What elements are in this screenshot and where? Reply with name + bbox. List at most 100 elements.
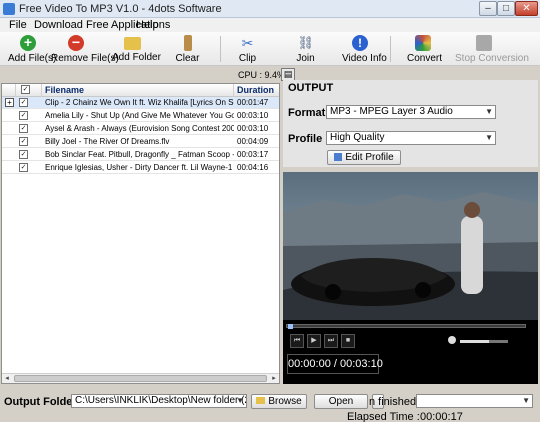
profile-label: Profile : (288, 133, 329, 145)
remove-files-button[interactable]: − Remove File(s) (51, 33, 119, 65)
clear-button[interactable]: Clear (175, 33, 200, 65)
scroll-right-icon[interactable]: ▸ (269, 374, 279, 383)
row-checkbox[interactable]: ✓ (19, 150, 28, 159)
browse-button[interactable]: Browse (251, 394, 307, 409)
row-filename: Amelia Lily - Shut Up (And Give Me Whate… (45, 111, 234, 120)
row-duration: 00:03:10 (237, 124, 269, 133)
stop-icon[interactable]: ■ (341, 334, 355, 348)
table-row[interactable]: ✓ Billy Joel - The River Of Dreams.flv 0… (2, 136, 279, 148)
player-controls (283, 320, 538, 384)
menu-help[interactable]: Help (136, 19, 159, 31)
row-filename: Billy Joel - The River Of Dreams.flv (45, 137, 170, 146)
format-select[interactable]: MP3 - MPEG Layer 3 Audio ▼ (326, 105, 496, 119)
convert-icon (415, 35, 431, 51)
when-finished-label: n finished : (369, 396, 423, 408)
header-filename[interactable]: Filename (42, 84, 234, 97)
app-icon (3, 3, 15, 15)
add-folder-label: Add Folder (112, 52, 161, 63)
scroll-thumb[interactable] (14, 375, 267, 382)
seek-bar[interactable] (286, 324, 526, 329)
scroll-left-icon[interactable]: ◂ (2, 374, 12, 383)
add-icon: + (20, 35, 36, 51)
convert-button[interactable]: Convert (407, 33, 443, 65)
stop-conversion-button[interactable]: Stop Conversion (455, 33, 529, 65)
chevron-down-icon: ▼ (485, 133, 493, 142)
row-checkbox[interactable]: ✓ (19, 163, 28, 172)
stop-conversion-label: Stop Conversion (455, 53, 529, 64)
table-row[interactable]: ✓ Bob Sinclar Feat. Pitbull, Dragonfly _… (2, 149, 279, 161)
menu-file[interactable]: File (9, 19, 27, 31)
row-checkbox[interactable]: ✓ (19, 137, 28, 146)
close-button[interactable]: ✕ (515, 1, 538, 16)
info-icon: ! (352, 35, 368, 51)
join-button[interactable]: ⛓ Join (293, 33, 318, 65)
elapsed-time-label: Elapsed Time : (347, 411, 420, 422)
folder-icon (256, 397, 266, 404)
when-finished-select[interactable]: ▼ (416, 394, 533, 408)
row-checkbox[interactable]: ✓ (19, 111, 28, 120)
row-duration: 00:04:09 (237, 137, 269, 146)
add-folder-button[interactable]: Add Folder (112, 33, 161, 65)
elapsed-time-value: 00:00:17 (420, 411, 463, 422)
video-preview (283, 172, 538, 320)
row-duration: 00:03:10 (237, 111, 269, 120)
profile-value: High Quality (330, 132, 385, 143)
table-row[interactable]: ✓ Aysel & Arash - Always (Eurovision Son… (2, 123, 279, 135)
chevron-down-icon: ▼ (236, 396, 244, 405)
next-icon[interactable]: ⏭ (324, 334, 338, 348)
row-filename: Enrique Iglesias, Usher - Dirty Dancer f… (45, 163, 234, 172)
menu-bar: File Download Free Applications Help (0, 18, 540, 32)
cpu-usage: CPU : 9.4% (238, 70, 286, 80)
output-title: OUTPUT (288, 82, 334, 94)
table-row[interactable]: ✓ Amelia Lily - Shut Up (And Give Me Wha… (2, 110, 279, 122)
add-files-button[interactable]: + Add File(s) (8, 33, 57, 65)
header-duration[interactable]: Duration (234, 84, 279, 97)
chevron-down-icon: ▼ (522, 396, 530, 405)
play-icon[interactable]: ▶ (307, 334, 321, 348)
window-title: Free Video To MP3 V1.0 - 4dots Software (19, 3, 222, 15)
clip-button[interactable]: ✂ Clip (235, 33, 260, 65)
monitor-icon: ▤ (283, 69, 293, 79)
table-row[interactable]: + ✓ Clip - 2 Chainz We Own It ft. Wiz Kh… (2, 97, 279, 109)
header-select-all[interactable]: ✓ (16, 84, 42, 97)
clip-icon: ✂ (241, 35, 254, 51)
stop-icon (476, 35, 492, 51)
checkbox-icon: ✓ (21, 85, 30, 94)
add-files-label: Add File(s) (8, 53, 57, 64)
folder-icon (123, 37, 141, 50)
file-grid[interactable]: ✓ Filename Duration + ✓ Clip - 2 Chainz … (1, 83, 280, 384)
header-expander (2, 84, 16, 97)
open-button[interactable]: Open (314, 394, 368, 409)
table-row[interactable]: ✓ Enrique Iglesias, Usher - Dirty Dancer… (2, 162, 279, 174)
row-duration: 00:03:17 (237, 150, 269, 159)
horizontal-scrollbar[interactable]: ◂ ▸ (2, 373, 279, 383)
maximize-button[interactable]: □ (497, 1, 515, 16)
remove-icon: − (68, 35, 84, 51)
convert-label: Convert (407, 53, 443, 64)
previous-icon[interactable]: ⏮ (290, 334, 304, 348)
edit-icon (334, 153, 343, 161)
expand-icon[interactable]: + (5, 98, 14, 107)
edit-profile-button[interactable]: Edit Profile (327, 150, 401, 165)
profile-select[interactable]: High Quality ▼ (326, 131, 496, 145)
toolbar: + Add File(s) − Remove File(s) Add Folde… (0, 32, 540, 66)
volume-fill (460, 340, 489, 343)
remove-files-label: Remove File(s) (51, 53, 119, 64)
toolbar-separator (390, 36, 391, 62)
row-filename: Bob Sinclar Feat. Pitbull, Dragonfly _ F… (45, 150, 234, 159)
video-info-label: Video Info (342, 53, 387, 64)
clear-icon (183, 35, 192, 51)
row-duration: 00:04:16 (237, 163, 269, 172)
browse-label: Browse (268, 396, 302, 407)
volume-slider[interactable] (460, 340, 508, 343)
output-folder-select[interactable]: C:\Users\INKLIK\Desktop\New folder (2) ▼ (71, 394, 247, 408)
row-checkbox[interactable]: ✓ (19, 124, 28, 133)
seek-knob[interactable] (288, 324, 293, 329)
toolbar-separator (220, 36, 221, 62)
video-info-button[interactable]: ! Video Info (342, 33, 387, 65)
title-bar: Free Video To MP3 V1.0 - 4dots Software … (0, 0, 540, 18)
output-folder-value: C:\Users\INKLIK\Desktop\New folder (2) (75, 395, 247, 406)
row-checkbox[interactable]: ✓ (19, 98, 28, 107)
minimize-button[interactable]: – (479, 1, 497, 16)
join-icon: ⛓ (297, 35, 315, 50)
